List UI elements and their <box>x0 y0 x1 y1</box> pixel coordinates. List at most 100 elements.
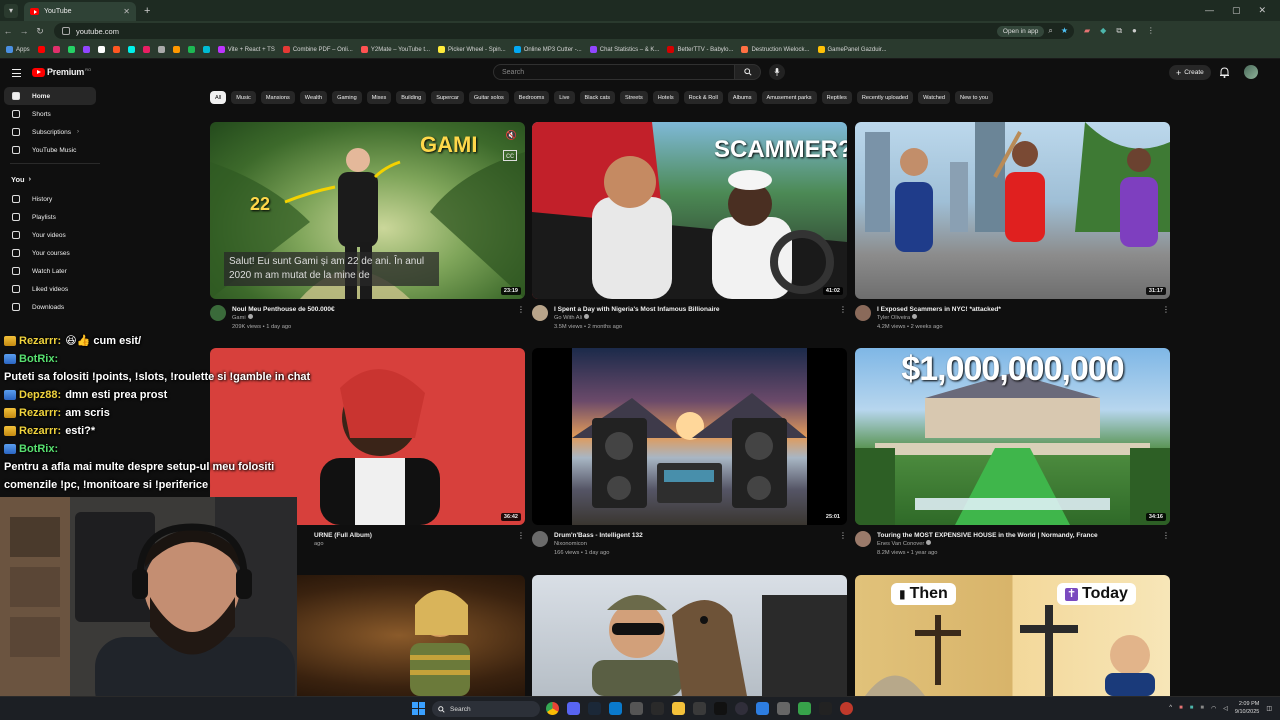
video-title[interactable]: I Spent a Day with Nigeria's Most Infamo… <box>554 305 839 314</box>
bookmark-item[interactable] <box>82 46 90 53</box>
channel-name-row[interactable]: Go With Ali <box>554 314 839 323</box>
channel-name[interactable]: Nixonomicon <box>554 540 839 549</box>
bookmark-item[interactable]: Vite + React + TS <box>217 46 275 53</box>
tray-app-icon[interactable]: ■ <box>1179 705 1183 711</box>
video-card[interactable]: 31:17 I Exposed Scammers in NYC! *attack… <box>855 122 1170 332</box>
sidebar-item-history[interactable]: History <box>4 190 96 208</box>
filter-chip[interactable]: Guitar solos <box>468 91 509 104</box>
video-card[interactable] <box>532 575 847 696</box>
video-card[interactable]: GAMI 22 Salut! Eu sunt Gami și am 22 de … <box>210 122 525 332</box>
sidebar-section-you[interactable]: You › <box>0 168 110 190</box>
sidebar-item-liked-videos[interactable]: Liked videos <box>4 280 96 298</box>
filter-chip[interactable]: Wealth <box>299 91 328 104</box>
sidebar-item-playlists[interactable]: Playlists <box>4 208 96 226</box>
voice-search-button[interactable] <box>769 64 785 80</box>
system-clock[interactable]: 2:09 PM 9/10/2025 <box>1235 700 1259 716</box>
terminal-icon[interactable] <box>819 702 832 715</box>
back-icon[interactable]: ← <box>0 26 16 36</box>
video-title[interactable]: Touring the MOST EXPENSIVE HOUSE in the … <box>877 531 1162 540</box>
file-explorer-icon[interactable] <box>672 702 685 715</box>
extension-icon[interactable]: ◆ <box>1100 26 1106 36</box>
more-options-icon[interactable]: ⋮ <box>839 531 847 558</box>
new-tab-icon[interactable]: + <box>144 5 150 17</box>
zoom-icon[interactable]: ⌕ <box>1048 26 1052 36</box>
windows-start-icon[interactable] <box>412 702 425 715</box>
channel-name[interactable]: Go With Ali <box>554 315 582 321</box>
sidebar-item-shorts[interactable]: Shorts <box>4 105 96 123</box>
bookmark-item[interactable]: Chat Statistics – & K... <box>589 46 659 53</box>
channel-name[interactable]: Enes Van Conover <box>877 541 924 547</box>
minimize-icon[interactable]: — <box>1205 5 1214 16</box>
bookmark-item[interactable]: GamePanel Gazduir... <box>817 46 887 53</box>
bookmark-item[interactable]: Destruction Wielock... <box>741 46 810 53</box>
more-options-icon[interactable]: ⋮ <box>839 305 847 332</box>
epic-games-icon[interactable] <box>651 702 664 715</box>
obs-icon[interactable] <box>735 702 748 715</box>
filter-chip[interactable]: Amusement parks <box>761 91 817 104</box>
channel-avatar[interactable] <box>210 305 226 321</box>
bookmark-item[interactable] <box>52 46 60 53</box>
video-thumbnail[interactable]: 25:01 <box>532 348 847 525</box>
filter-chip[interactable]: Recently uploaded <box>856 91 914 104</box>
filter-chip[interactable]: Streets <box>620 91 648 104</box>
bookmark-item[interactable]: BetterTTV - Babylo... <box>667 46 733 53</box>
video-thumbnail[interactable]: SCAMMER? 41:02 <box>532 122 847 299</box>
sidebar-item-your-courses[interactable]: Your courses <box>4 244 96 262</box>
channel-name-row[interactable]: Tyler Oliveira <box>877 314 1162 323</box>
mute-icon[interactable]: 🔇 <box>506 130 517 141</box>
sidebar-item-youtube-music[interactable]: YouTube Music <box>4 141 96 159</box>
filter-chip[interactable]: Music <box>231 91 256 104</box>
filter-chip[interactable]: Gaming <box>332 91 362 104</box>
video-thumbnail[interactable] <box>532 575 847 696</box>
video-card[interactable]: SCAMMER? 41:02 I Spent a Day with Nigeri… <box>532 122 847 332</box>
steam-icon[interactable] <box>588 702 601 715</box>
sidebar-item-watch-later[interactable]: Watch Later <box>4 262 96 280</box>
channel-name-row[interactable]: Enes Van Conover <box>877 540 1162 549</box>
bookmark-item[interactable] <box>127 46 135 53</box>
app-icon[interactable] <box>798 702 811 715</box>
video-thumbnail[interactable]: ▮ Then ✝ Today <box>855 575 1170 696</box>
tray-chevron-icon[interactable]: ^ <box>1169 705 1172 711</box>
channel-name-row[interactable]: Gami <box>232 314 517 323</box>
filter-chip[interactable]: Albums <box>727 91 757 104</box>
bookmark-item[interactable] <box>142 46 150 53</box>
browser-menu-icon[interactable]: ⋮ <box>1147 26 1155 36</box>
taskbar-search[interactable]: Search <box>432 701 540 717</box>
app-icon[interactable] <box>840 702 853 715</box>
filter-chip[interactable]: Building <box>396 91 427 104</box>
search-input[interactable]: Search <box>493 64 735 80</box>
extension-icon[interactable]: ▰ <box>1084 26 1090 36</box>
filter-chip[interactable]: Black cats <box>579 91 616 104</box>
filter-chip[interactable]: Live <box>554 91 575 104</box>
bookmark-item[interactable] <box>97 46 105 53</box>
bookmark-item[interactable] <box>37 46 45 53</box>
maximize-icon[interactable]: ▢ <box>1232 5 1241 16</box>
more-options-icon[interactable]: ⋮ <box>1162 531 1170 558</box>
browser-tab-youtube[interactable]: YouTube ✕ <box>24 2 136 21</box>
bookmark-item[interactable]: Combine PDF – Onli... <box>282 46 353 53</box>
bookmark-star-icon[interactable]: ★ <box>1061 26 1068 36</box>
filter-chip[interactable]: Hotels <box>652 91 679 104</box>
capcut-icon[interactable] <box>714 702 727 715</box>
volume-icon[interactable]: ◁ <box>1223 705 1228 712</box>
app-icon[interactable] <box>777 702 790 715</box>
tray-app-icon[interactable]: ■ <box>1200 705 1204 711</box>
sidebar-item-downloads[interactable]: Downloads <box>4 298 96 316</box>
filter-chip[interactable]: Bedrooms <box>513 91 550 104</box>
profile-icon[interactable]: ● <box>1132 26 1137 36</box>
youtube-logo[interactable]: Premium RO <box>32 67 91 77</box>
video-thumbnail[interactable]: GAMI 22 Salut! Eu sunt Gami și am 22 de … <box>210 122 525 299</box>
channel-avatar[interactable] <box>855 305 871 321</box>
bookmark-item[interactable]: Y2Mate – YouTube t... <box>360 46 430 53</box>
more-options-icon[interactable]: ⋮ <box>1162 305 1170 332</box>
filter-chip[interactable]: Mixes <box>366 91 392 104</box>
video-title[interactable]: Noul Meu Penthouse de 500.000€ <box>232 305 517 314</box>
channel-avatar[interactable] <box>855 531 871 547</box>
filter-chip[interactable]: All <box>210 91 227 104</box>
notifications-bell-icon[interactable] <box>1220 67 1229 78</box>
video-thumbnail[interactable]: 31:17 <box>855 122 1170 299</box>
reload-icon[interactable]: ↻ <box>32 26 48 37</box>
app-icon[interactable] <box>693 702 706 715</box>
forward-icon[interactable]: → <box>16 26 32 36</box>
video-title[interactable]: I Exposed Scammers in NYC! *attacked* <box>877 305 1162 314</box>
